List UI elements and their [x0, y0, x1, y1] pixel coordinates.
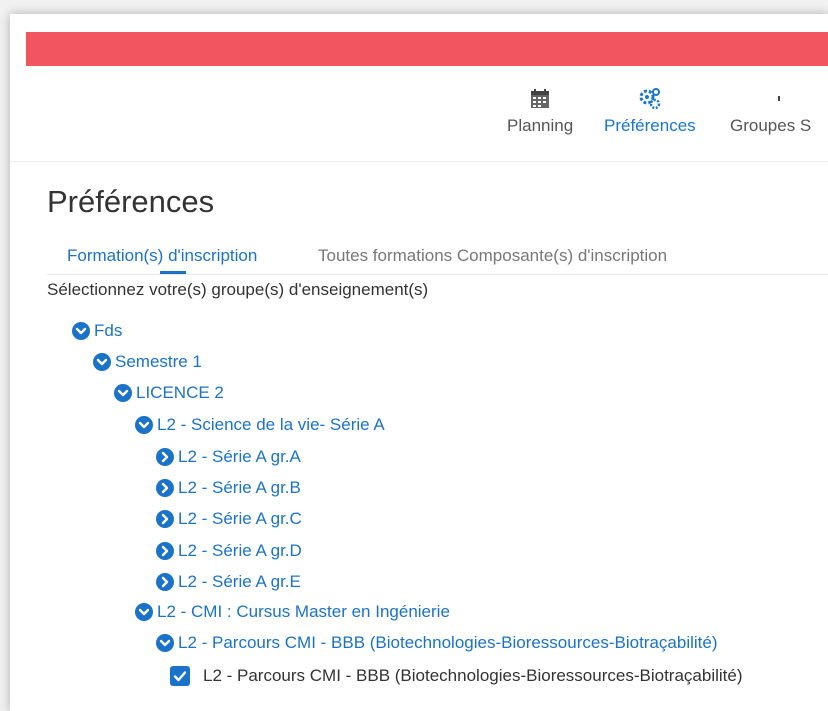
tree-node-label: L2 - CMI : Cursus Master en Ingénierie: [157, 602, 450, 621]
tree-node[interactable]: L2 - Parcours CMI - BBB (Biotechnologies…: [156, 633, 717, 653]
tree-node-label: L2 - Série A gr.B: [178, 478, 301, 497]
chevron-down-icon: [93, 353, 111, 371]
tree-node[interactable]: L2 - CMI : Cursus Master en Ingénierie: [135, 602, 450, 622]
tree-node[interactable]: L2 - Science de la vie- Série A: [135, 415, 385, 435]
tree-node-label: L2 - Série A gr.C: [178, 509, 302, 528]
chevron-right-icon: [156, 510, 174, 528]
group-checkbox-item[interactable]: L2 - Parcours CMI - BBB (Biotechnologies…: [170, 666, 742, 686]
checkbox[interactable]: [170, 666, 190, 686]
tree-node[interactable]: Semestre 1: [93, 352, 202, 372]
calendar-icon: [531, 89, 550, 108]
checkbox-label: L2 - Parcours CMI - BBB (Biotechnologies…: [203, 666, 743, 685]
tree-node[interactable]: L2 - Série A gr.D: [156, 541, 302, 561]
tree-node[interactable]: L2 - Série A gr.B: [156, 478, 301, 498]
tree-node[interactable]: Fds: [72, 321, 122, 341]
header-color-bar: [26, 32, 828, 66]
nav-label-groupes: Groupes S: [730, 116, 812, 135]
tree-node-label: L2 - Série A gr.A: [178, 447, 301, 466]
chevron-right-icon: [156, 479, 174, 497]
nav-item-planning[interactable]: Planning: [507, 88, 573, 136]
chevron-right-icon: [156, 573, 174, 591]
chevron-down-icon: [114, 384, 132, 402]
nav-item-groupes[interactable]: Groupes S: [730, 88, 811, 136]
page-title: Préférences: [47, 184, 215, 219]
app-window: Planning Préférences Groupes S Préférenc…: [10, 14, 828, 711]
tree-node-label: LICENCE 2: [136, 383, 224, 402]
chevron-down-icon: [156, 634, 174, 652]
chevron-down-icon: [72, 322, 90, 340]
tab-formations-inscription[interactable]: Formation(s) d'inscription: [67, 246, 257, 266]
instruction-text: Sélectionnez votre(s) groupe(s) d'enseig…: [47, 280, 429, 299]
tree-node-label: L2 - Parcours CMI - BBB (Biotechnologies…: [178, 633, 718, 652]
tree-node[interactable]: L2 - Série A gr.C: [156, 509, 302, 529]
check-icon: [173, 671, 187, 682]
tree-node-label: Fds: [94, 321, 123, 340]
top-navigation: Planning Préférences Groupes S: [10, 66, 828, 162]
chevron-down-icon: [135, 416, 153, 434]
tree-node-label: Semestre 1: [115, 352, 202, 371]
tree-node[interactable]: L2 - Série A gr.E: [156, 572, 301, 592]
nav-label-planning: Planning: [507, 116, 574, 135]
chevron-right-icon: [156, 542, 174, 560]
tree-node[interactable]: L2 - Série A gr.A: [156, 447, 301, 467]
tab-bar: Formation(s) d'inscription Toutes format…: [47, 240, 828, 275]
chevron-right-icon: [156, 448, 174, 466]
tree-node[interactable]: LICENCE 2: [114, 383, 224, 403]
nav-label-preferences: Préférences: [604, 116, 696, 135]
gears-icon: [639, 88, 661, 110]
active-tab-indicator: [160, 271, 186, 274]
nav-item-preferences[interactable]: Préférences: [604, 88, 696, 136]
tree-node-label: L2 - Série A gr.E: [178, 572, 301, 591]
tab-toutes-formations[interactable]: Toutes formations Composante(s) d'inscri…: [318, 246, 667, 266]
chevron-down-icon: [135, 603, 153, 621]
tree-node-label: L2 - Série A gr.D: [178, 541, 302, 560]
group-icon: [777, 96, 780, 101]
tree-node-label: L2 - Science de la vie- Série A: [157, 415, 385, 434]
